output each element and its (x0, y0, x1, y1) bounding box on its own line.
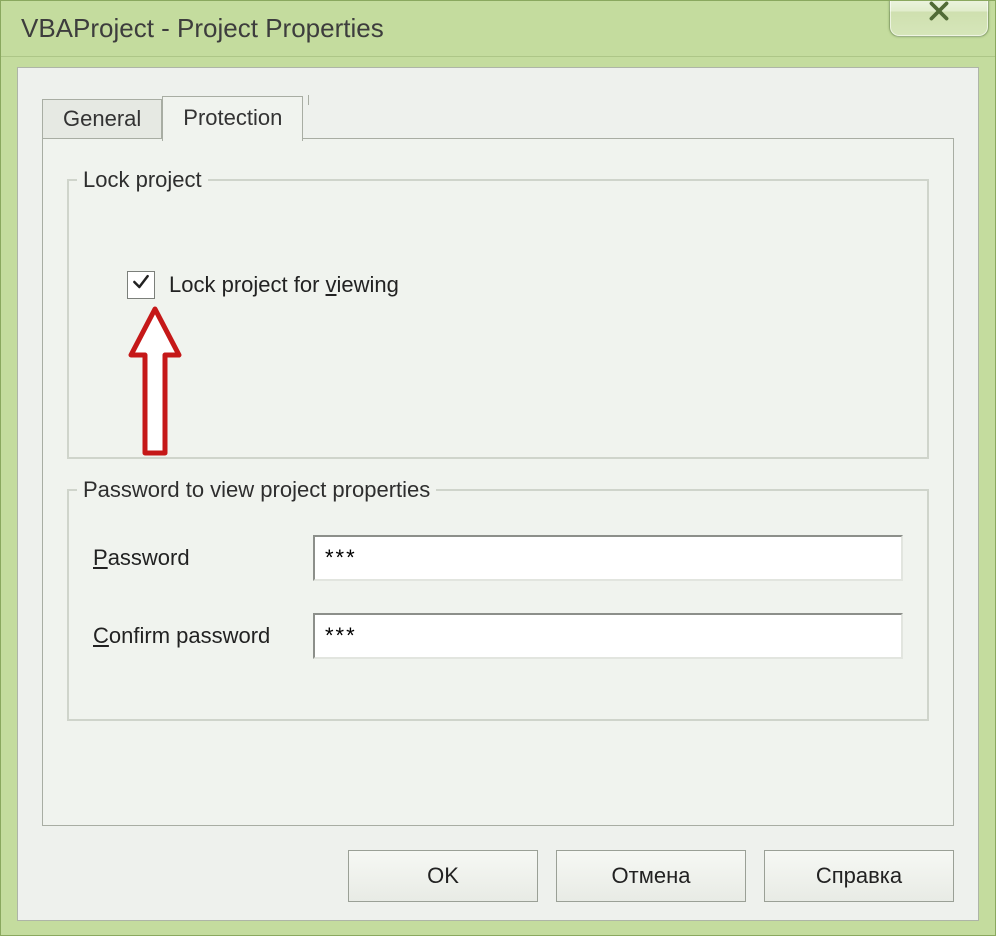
dialog-window: VBAProject - Project Properties General … (0, 0, 996, 936)
tab-protection[interactable]: Protection (162, 96, 303, 141)
input-confirm-password[interactable] (313, 613, 903, 659)
window-title: VBAProject - Project Properties (21, 13, 384, 44)
group-lock-legend: Lock project (77, 167, 208, 193)
client-area: General Protection Lock project Lock pro… (17, 67, 979, 921)
label-password: Password (93, 545, 313, 571)
group-password-legend: Password to view project properties (77, 477, 436, 503)
row-confirm-password: Confirm password (69, 587, 927, 665)
titlebar: VBAProject - Project Properties (1, 1, 995, 57)
cancel-button[interactable]: Отмена (556, 850, 746, 902)
tab-general[interactable]: General (42, 99, 162, 140)
annotation-arrow-icon (125, 303, 185, 463)
label-confirm-password: Confirm password (93, 623, 313, 649)
checkbox-lock-label: Lock project for viewing (169, 272, 399, 298)
checkbox-row-lock: Lock project for viewing (127, 271, 399, 299)
help-button[interactable]: Справка (764, 850, 954, 902)
group-lock-project: Lock project Lock project for viewing (67, 167, 929, 459)
ok-button[interactable]: OK (348, 850, 538, 902)
checkbox-lock-project[interactable] (127, 271, 155, 299)
group-password: Password to view project properties Pass… (67, 477, 929, 721)
close-icon (926, 0, 952, 30)
tab-edge (303, 95, 309, 105)
close-button[interactable] (889, 0, 989, 37)
button-bar: OK Отмена Справка (348, 850, 954, 902)
input-password[interactable] (313, 535, 903, 581)
check-icon (131, 272, 151, 298)
tabstrip: General Protection (42, 94, 309, 139)
tabpanel-protection: Lock project Lock project for viewing (42, 138, 954, 826)
row-password: Password (69, 521, 927, 587)
